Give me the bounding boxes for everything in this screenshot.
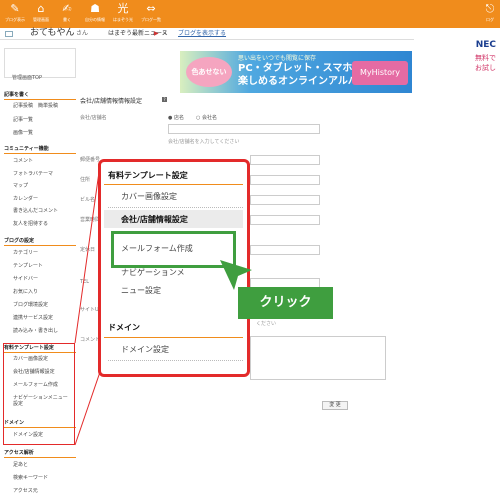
company-name-hint: 会社/店舗名を入力してください	[168, 139, 240, 145]
popup-item-company-info[interactable]: 会社/店舗情報設定	[121, 214, 188, 225]
sidebar-item-image-list[interactable]: 画像一覧	[13, 130, 33, 137]
sidebar-item-post[interactable]: 記事投稿 簡単投稿	[13, 103, 58, 110]
top-toolbar: ✎ ブログ表示 ⌂ 管理画面 ✍ 書く ☗ 自分の情報 光 はまぞう光 ⇔ ブロ…	[0, 0, 500, 28]
label-comment: コメント	[80, 337, 101, 343]
building-input[interactable]	[250, 195, 320, 205]
logout-icon: ⎋	[485, 2, 495, 15]
holiday-input[interactable]	[250, 245, 320, 255]
popup-divider	[104, 184, 243, 185]
sidebar-item-calendar[interactable]: カレンダー	[13, 196, 38, 203]
topbar-label: ログ	[486, 17, 494, 22]
topbar-item-admin[interactable]: ⌂ 管理画面	[28, 2, 54, 26]
label-hours: 営業時間	[80, 217, 101, 223]
blog-list-icon: ⇔	[146, 2, 156, 15]
label-tel: TEL	[80, 279, 89, 285]
banner-headline-1: PC・タブレット・スマホで	[238, 63, 363, 74]
label-building: ビル名	[80, 197, 96, 203]
sidebar-item-post-list[interactable]: 記事一覧	[13, 117, 33, 124]
news-arrow-icon[interactable]: ▶	[154, 28, 159, 39]
company-name-input[interactable]	[168, 124, 320, 134]
sidebar-item-admin-top[interactable]: 管理画面TOP	[12, 74, 42, 81]
topbar-item-hikari[interactable]: 光 はまぞう光	[110, 2, 136, 26]
sidebar-item-category[interactable]: カテゴリー	[13, 250, 38, 257]
sidebar-heading-blog-settings: ブログの設定	[4, 238, 76, 246]
sidebar-item-blog-env[interactable]: ブログ環境設定	[13, 302, 48, 309]
hikari-icon: 光	[117, 2, 129, 15]
click-callout: クリック	[238, 287, 333, 319]
sidebar-highlight-box	[3, 343, 75, 445]
popup-item-nav-menu-line2[interactable]: ニュー設定	[121, 283, 161, 298]
banner-brand-logo: MyHistory	[352, 61, 408, 85]
page-title: 会社/店舗情報情報設定	[80, 98, 143, 105]
label-holiday: 定休日	[80, 247, 96, 253]
site-url-hint: ください	[256, 321, 277, 327]
popup-heading-domain: ドメイン	[108, 323, 140, 332]
topbar-item-logout[interactable]: ⎋ ログ	[482, 2, 498, 26]
popup-dotted-divider	[108, 360, 243, 361]
sidebar-heading-community: コミュニティー機能	[4, 146, 76, 154]
topbar-label: 管理画面	[33, 17, 49, 22]
sidebar-heading-analytics: アクセス解析	[4, 450, 76, 458]
home-icon: ⌂	[37, 2, 45, 15]
topbar-label: ブログ一覧	[141, 17, 161, 22]
popup-dotted-divider	[108, 207, 243, 208]
sidebar-item-sidebar[interactable]: サイドバー	[13, 276, 38, 283]
sidebar-item-template[interactable]: テンプレート	[13, 263, 43, 270]
banner-free-trial: 無料で お試し	[475, 54, 496, 72]
hours-input[interactable]	[250, 215, 320, 225]
zip-input[interactable]	[250, 155, 320, 165]
sidebar-item-map[interactable]: マップ	[13, 183, 28, 190]
blog-view-icon: ✎	[10, 2, 20, 15]
news-close-icon[interactable]: ×	[162, 28, 167, 39]
topbar-label: 自分の情報	[85, 17, 105, 22]
sidebar-item-import-export[interactable]: 読み込み・書き出し	[13, 328, 58, 335]
popup-divider	[104, 337, 243, 338]
user-honorific: さん	[76, 30, 89, 37]
banner-subtext: 思い出をいつでも閲覧に保存	[238, 55, 317, 62]
sidebar-item-services[interactable]: 連携サービス設定	[13, 315, 53, 322]
sidebar-item-referrers[interactable]: アクセス元	[13, 488, 38, 495]
popup-heading-paid-template: 有料テンプレート設定	[108, 171, 188, 180]
radio-company-name[interactable]: ○ 会社名	[196, 114, 217, 121]
nec-logo: NEC	[475, 40, 496, 50]
topbar-item-profile[interactable]: ☗ 自分の情報	[82, 2, 108, 26]
user-profile-icon	[5, 31, 13, 37]
user-name[interactable]: おてもやん	[30, 28, 75, 39]
nec-ad-banner[interactable]: NEC 無料で お試し	[414, 38, 500, 94]
label-zip: 郵便番号	[80, 157, 101, 163]
view-blog-link[interactable]: ブログを表示する	[178, 28, 226, 39]
write-icon: ✍	[62, 2, 72, 15]
address-input[interactable]	[250, 175, 320, 185]
banner-headline-2: 楽しめるオンラインアルバム	[238, 76, 368, 87]
label-company-name: 会社/店舗名	[80, 115, 107, 121]
topbar-label: はまぞう光	[113, 17, 133, 22]
topbar-label: ブログ表示	[5, 17, 25, 22]
radio-store-name[interactable]: ● 店名	[168, 114, 184, 121]
popup-item-cover-image[interactable]: カバー画像設定	[121, 189, 177, 204]
person-icon: ☗	[90, 2, 100, 15]
topbar-item-blog-view[interactable]: ✎ ブログ表示	[2, 2, 28, 26]
topbar-item-write[interactable]: ✍ 書く	[54, 2, 80, 26]
banner-badge: 色あせない	[186, 57, 232, 87]
help-icon[interactable]: ?	[162, 97, 167, 102]
topbar-item-blog-list[interactable]: ⇔ ブログ一覧	[138, 2, 164, 26]
topbar-label: 書く	[63, 17, 71, 22]
popup-item-domain-settings[interactable]: ドメイン設定	[121, 342, 169, 357]
sidebar-item-invite[interactable]: 友人を招待する	[13, 221, 48, 228]
sidebar-item-written-comments[interactable]: 書き込んだコメント	[13, 208, 58, 215]
label-address: 住所	[80, 177, 91, 183]
comment-textarea[interactable]	[250, 336, 386, 380]
sidebar-item-search-keywords[interactable]: 検索キーワード	[13, 475, 48, 482]
submit-button[interactable]: 変 更	[322, 401, 348, 410]
sidebar-item-photo-theme[interactable]: フォトラバテーマ	[13, 171, 53, 178]
sidebar-item-comment[interactable]: コメント	[13, 158, 33, 165]
sidebar-heading-write: 記事を書く	[4, 92, 76, 100]
album-ad-banner[interactable]: 色あせない 思い出をいつでも閲覧に保存 PC・タブレット・スマホで 楽しめるオン…	[180, 51, 412, 93]
sidebar-item-footprints[interactable]: 足あと	[13, 462, 28, 469]
sidebar-item-favorites[interactable]: お気に入り	[13, 289, 38, 296]
